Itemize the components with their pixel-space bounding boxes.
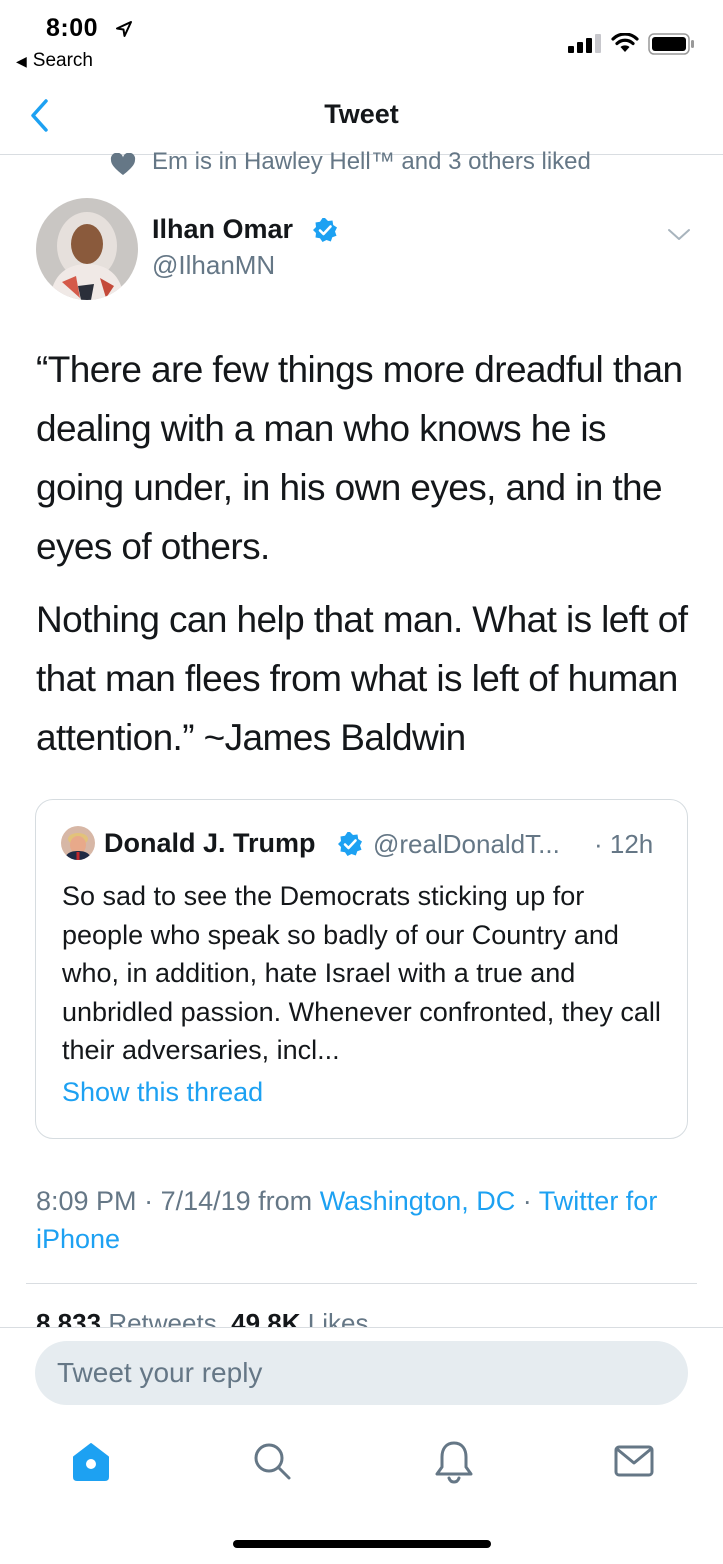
author-name[interactable]: Ilhan Omar [152, 214, 293, 245]
quoted-tweet-text: So sad to see the Democrats sticking up … [62, 881, 661, 1065]
chevron-down-icon[interactable] [664, 224, 694, 244]
verified-badge-icon [338, 832, 362, 856]
back-app-label: Search [32, 50, 93, 71]
heart-icon [110, 153, 136, 175]
tweet-time: 8:09 PM [36, 1186, 137, 1216]
verified-badge-icon [313, 218, 337, 242]
engagement-counts: 8,833 Retweets 49.8K Likes [0, 1290, 723, 1328]
quoted-author-handle: @realDonaldT... [373, 829, 560, 859]
social-context-text: Em is in Hawley Hell™ and 3 others liked [152, 148, 591, 175]
quoted-author-avatar [61, 826, 95, 860]
from-label: from [258, 1186, 313, 1216]
search-icon[interactable] [247, 1436, 297, 1486]
reply-placeholder: Tweet your reply [57, 1357, 263, 1388]
meta-divider [26, 1283, 697, 1284]
back-to-search[interactable]: ◀ Search [16, 50, 93, 72]
tweet-text: “There are few things more dreadful than… [36, 340, 696, 767]
home-indicator[interactable] [233, 1540, 491, 1548]
author-avatar[interactable] [36, 198, 138, 300]
tweet-metadata: 8:09 PM · 7/14/19 from Washington, DC · … [36, 1186, 658, 1254]
location-arrow-icon [116, 21, 132, 37]
mail-icon[interactable] [609, 1436, 659, 1486]
show-thread-link[interactable]: Show this thread [62, 1077, 263, 1108]
bell-icon[interactable] [429, 1436, 479, 1486]
tweet-date: 7/14/19 [160, 1186, 251, 1216]
author-handle[interactable]: @IlhanMN [152, 250, 275, 281]
tweet-paragraph: Nothing can help that man. What is left … [36, 599, 688, 758]
retweets-label[interactable]: Retweets [108, 1308, 216, 1328]
tweet-paragraph: “There are few things more dreadful than… [36, 349, 683, 567]
location-link[interactable]: Washington, DC [320, 1186, 516, 1216]
page-title: Tweet [324, 99, 399, 129]
cellular-signal-icon [568, 34, 601, 53]
retweet-count[interactable]: 8,833 [36, 1308, 101, 1328]
wifi-icon [611, 33, 639, 52]
home-icon[interactable] [66, 1436, 116, 1486]
quoted-tweet-time: · 12h [594, 829, 654, 859]
quoted-time-value: 12h [609, 829, 654, 859]
back-triangle-icon: ◀ [16, 53, 27, 69]
quoted-author-name: Donald J. Trump [104, 828, 316, 858]
likes-label[interactable]: Likes [308, 1308, 369, 1328]
status-time: 8:00 [46, 14, 99, 42]
battery-icon [648, 33, 694, 55]
reply-input[interactable]: Tweet your reply [35, 1341, 688, 1405]
like-count[interactable]: 49.8K [231, 1308, 300, 1328]
reply-divider [0, 1327, 723, 1328]
